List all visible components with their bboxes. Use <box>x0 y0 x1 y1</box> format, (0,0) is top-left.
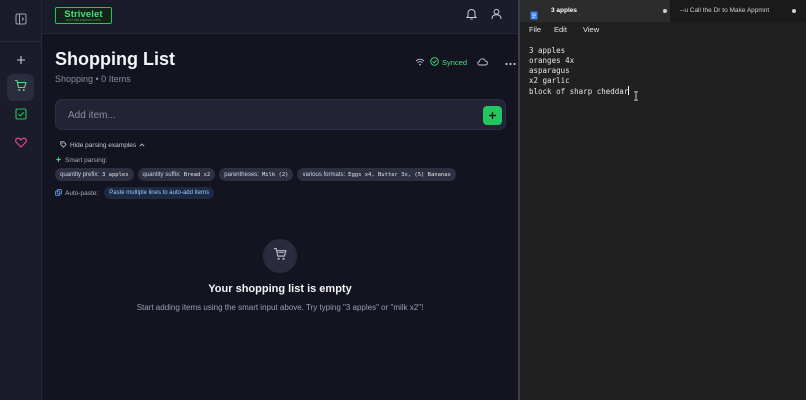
panel-left-icon <box>15 12 27 30</box>
editor-line-last: block of sharp cheddar <box>529 86 799 96</box>
chip-code: Eggs x4, Butter 3x, (5) Bananas <box>348 171 451 178</box>
example-chip-prefix[interactable]: quantity prefix: 3 apples <box>55 168 134 181</box>
page-subtitle: Shopping • 0 Items <box>55 74 131 84</box>
editor-line-text: block of sharp cheddar <box>529 87 629 96</box>
editor-tab-active[interactable]: 3 apples <box>520 0 670 22</box>
chevron-up-icon <box>139 142 145 149</box>
shopping-cart-icon <box>14 79 27 97</box>
sidebar-item-favorites[interactable] <box>7 130 34 157</box>
sidebar-item-shopping[interactable] <box>7 74 34 101</box>
chip-label: parentheses: <box>224 171 259 178</box>
check-square-icon <box>14 107 27 125</box>
screen: Strivelet BUILT FOR EVERYDAY LISTS Shopp… <box>0 0 806 400</box>
check-circle-icon <box>430 56 439 68</box>
unsaved-dot-icon[interactable] <box>663 9 667 13</box>
example-chip-suffix[interactable]: quantity suffix: Bread x2 <box>137 168 216 181</box>
clipboard-icon <box>55 188 62 198</box>
plus-icon <box>488 107 497 125</box>
chip-label: quantity prefix: <box>60 171 100 178</box>
user-menu-button[interactable] <box>489 7 503 25</box>
shopping-app: Strivelet BUILT FOR EVERYDAY LISTS Shopp… <box>0 0 518 400</box>
smart-parsing-label: Smart parsing: <box>65 157 108 164</box>
chip-code: 3 apples <box>102 171 129 178</box>
sync-status: Synced <box>430 56 468 68</box>
sidebar-toggle-button[interactable] <box>7 7 34 34</box>
add-item-bar <box>55 99 506 130</box>
chip-code: Bread x2 <box>183 171 211 178</box>
add-item-input[interactable] <box>68 107 448 123</box>
user-icon <box>491 7 502 25</box>
notifications-button[interactable] <box>464 7 478 25</box>
text-cursor-icon <box>633 88 639 106</box>
hide-examples-toggle[interactable]: Hide parsing examples <box>60 141 145 150</box>
editor-tab-label: 3 apples <box>551 7 578 14</box>
hide-examples-label: Hide parsing examples <box>70 142 137 149</box>
example-chip-parentheses[interactable]: parentheses: Milk (2) <box>219 168 294 181</box>
text-caret <box>628 86 630 95</box>
cloud-icon <box>477 53 488 70</box>
editor-menu-bar: File Edit View <box>520 22 806 38</box>
chip-label: various formats: <box>302 171 346 178</box>
menu-file[interactable]: File <box>529 25 541 34</box>
menu-edit[interactable]: Edit <box>554 25 567 34</box>
shopping-cart-icon <box>273 247 287 266</box>
sidebar-divider <box>0 41 42 42</box>
sync-status-label: Synced <box>442 57 468 67</box>
empty-state-title: Your shopping list is empty <box>208 283 352 295</box>
more-horizontal-icon <box>505 53 516 70</box>
menu-view[interactable]: View <box>583 25 599 34</box>
editor-tab-inactive[interactable]: --u Call the Dr to Make Appmnt <box>670 0 806 22</box>
sparkle-icon <box>55 156 62 165</box>
autopaste-row: Auto-paste: Paste multiple lines to auto… <box>55 187 214 199</box>
app-logo[interactable]: Strivelet BUILT FOR EVERYDAY LISTS <box>55 7 112 24</box>
editor-tab-bar: 3 apples --u Call the Dr to Make Appmnt <box>520 0 806 22</box>
empty-state-subtitle: Start adding items using the smart input… <box>136 303 424 312</box>
cloud-button[interactable] <box>477 53 488 71</box>
main-content: Shopping List Shopping • 0 Items Synced <box>42 34 518 400</box>
unsaved-dot-icon[interactable] <box>792 9 796 13</box>
parsing-examples: quantity prefix: 3 apples quantity suffi… <box>55 168 456 181</box>
chip-code: Milk (2) <box>261 171 289 178</box>
logo-tagline: BUILT FOR EVERYDAY LISTS <box>66 19 101 22</box>
example-chip-various[interactable]: various formats: Eggs x4, Butter 3x, (5)… <box>297 168 456 181</box>
editor-line: oranges 4x <box>529 56 575 65</box>
sidebar-item-tasks[interactable] <box>7 102 34 129</box>
sidebar-add-button[interactable] <box>7 47 34 74</box>
text-editor-window: 3 apples --u Call the Dr to Make Appmnt … <box>520 0 806 400</box>
add-item-button[interactable] <box>483 106 502 125</box>
autopaste-hint: Paste multiple lines to auto-add items <box>104 187 214 199</box>
editor-tab-label: --u Call the Dr to Make Appmnt <box>680 7 770 14</box>
editor-text-area[interactable]: 3 apples oranges 4x asparagus x2 garlic … <box>529 46 799 96</box>
editor-line: x2 garlic <box>529 76 570 85</box>
more-options-button[interactable] <box>505 53 516 71</box>
empty-state-illustration <box>263 239 297 273</box>
bell-icon <box>465 7 477 25</box>
autopaste-label: Auto-paste: <box>65 189 99 197</box>
sidebar-rail <box>0 0 42 400</box>
heart-icon <box>14 135 27 153</box>
page-title: Shopping List <box>55 49 175 69</box>
editor-line: asparagus <box>529 66 570 75</box>
smart-parsing-heading: Smart parsing: <box>55 156 107 165</box>
chip-label: quantity suffix: <box>142 171 181 178</box>
sync-status-bar: Synced <box>415 53 516 71</box>
editor-line: 3 apples <box>529 46 566 55</box>
wifi-icon <box>415 53 425 71</box>
plus-icon <box>16 52 26 70</box>
top-bar: Strivelet BUILT FOR EVERYDAY LISTS <box>42 0 518 34</box>
tag-icon <box>60 141 67 150</box>
